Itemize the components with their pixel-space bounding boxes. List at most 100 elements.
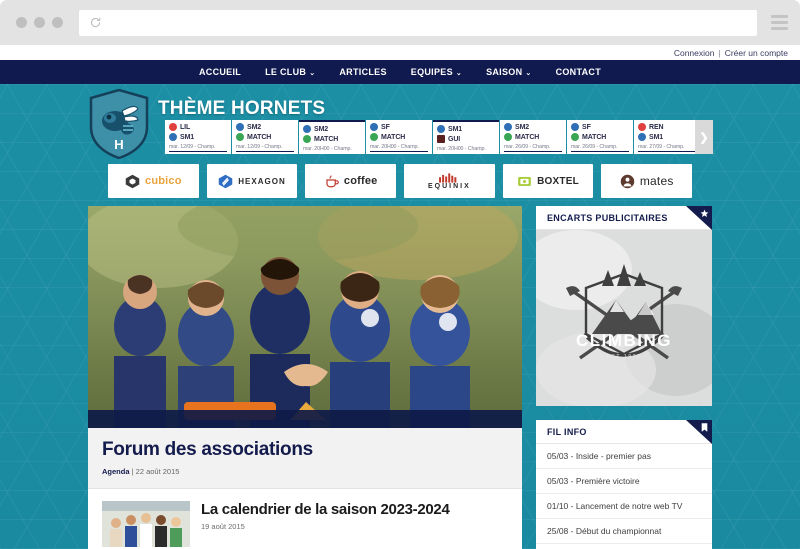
nav-label: CONTACT [555, 67, 601, 77]
club-badge-icon [437, 125, 445, 133]
window-controls[interactable] [16, 17, 63, 28]
reload-icon[interactable] [89, 16, 102, 29]
club-badge-icon [169, 133, 177, 141]
nav-label: LE CLUB [265, 67, 307, 77]
sponsor-coffee[interactable]: coffee [305, 164, 397, 198]
cubico-logo-icon [125, 174, 140, 188]
match-away-team: MATCH [247, 133, 272, 141]
match-card[interactable]: LIL SM1 mar. 12/09 - Champ. [165, 120, 231, 154]
match-home-team: SM2 [247, 123, 262, 131]
lead-article-title: Forum des associations [102, 439, 313, 460]
match-date: mar. 26/09 - Champ. [504, 144, 551, 150]
window-minimize-dot[interactable] [34, 17, 45, 28]
ad-banner[interactable]: CLIMBING • EST 1936 • [536, 230, 712, 406]
ticker-next-button[interactable]: ❯ [695, 120, 713, 154]
match-status-icon [370, 133, 378, 141]
hero-bottom-band [88, 410, 522, 428]
volunteers-handshake-photo [88, 206, 522, 428]
club-badge-icon [504, 123, 512, 131]
club-badge-icon [236, 123, 244, 131]
sponsor-label: mates [639, 174, 674, 188]
club-badge-icon [638, 123, 646, 131]
match-date: mar. 27/09 - Champ. [638, 144, 685, 150]
news-list-item[interactable]: 25/08 - Début du championnat [536, 519, 712, 544]
chevron-down-icon: ⌄ [525, 70, 532, 77]
hexagon-logo-icon [219, 174, 233, 188]
match-home-team: SF [582, 123, 591, 131]
match-underline [370, 151, 428, 152]
match-card[interactable]: REN SM1 mar. 27/09 - Champ. [634, 120, 695, 154]
nav-label: ACCUEIL [198, 67, 242, 77]
news-list-item[interactable]: 01/10 - Lancement de notre web TV [536, 494, 712, 519]
sponsor-label: HEXAGON [238, 176, 286, 186]
sponsor-label: BOXTEL [537, 175, 579, 187]
lead-article[interactable]: Forum des associations Agenda | 22 août … [88, 428, 522, 488]
browser-chrome [0, 0, 800, 45]
nav-item-equipes[interactable]: EQUIPES ⌄ [399, 67, 474, 77]
match-home-team: SM2 [515, 123, 530, 131]
article-text-block: La calendrier de la saison 2023-2024 19 … [201, 501, 450, 547]
climbing-logo-ad: CLIMBING • EST 1936 • [536, 230, 712, 406]
article-thumbnail[interactable] [102, 500, 190, 547]
site-header: H THÈME HORNETS LIL SM1 mar. 12/09 - Cha… [0, 84, 800, 159]
match-home-team: LIL [180, 123, 191, 131]
article-list-item[interactable]: La calendrier de la saison 2023-2024 19 … [88, 487, 522, 549]
sponsor-equinix[interactable]: EQUINIX [404, 164, 495, 198]
match-card[interactable]: SF MATCH mar. 26/09 - Champ. [567, 120, 633, 154]
match-ticker: LIL SM1 mar. 12/09 - Champ. SM2 MATCH ma… [165, 120, 713, 154]
match-away-team: MATCH [381, 133, 406, 141]
sponsor-hexagon[interactable]: HEXAGON [206, 164, 298, 198]
bookmark-icon [701, 423, 708, 432]
match-card[interactable]: SM2 MATCH mar. 12/09 - Champ. [232, 120, 298, 154]
chevron-down-icon: ⌄ [455, 70, 463, 77]
lead-article-category[interactable]: Agenda [102, 467, 130, 476]
nav-label: ARTICLES [339, 67, 387, 77]
news-list-item[interactable]: 05/03 - Première victoire [536, 469, 712, 494]
sponsor-boxtel[interactable]: BOXTEL [502, 164, 594, 198]
match-home-team: SF [381, 123, 390, 131]
news-list-item[interactable]: 05/03 - Inside - premier pas [536, 444, 712, 469]
nav-item-articles[interactable]: ARTICLES [327, 67, 398, 77]
match-home-team: SM1 [448, 125, 463, 133]
match-underline [571, 151, 629, 152]
match-card[interactable]: SM2 MATCH mar. 26/09 - Champ. [500, 120, 566, 154]
hornet-crest-icon[interactable]: H [88, 89, 150, 159]
nav-item-accueil[interactable]: ACCUEIL [187, 67, 253, 77]
lead-article-image[interactable] [88, 206, 522, 428]
club-badge-icon [370, 123, 378, 131]
screenshot-root: Connexion | Créer un compte ACCUEIL LE C… [0, 0, 800, 549]
sponsor-cubico[interactable]: cubico [108, 164, 199, 198]
sponsor-mates[interactable]: mates [601, 164, 693, 198]
window-close-dot[interactable] [16, 17, 27, 28]
hamburger-icon[interactable] [771, 15, 788, 30]
login-link[interactable]: Connexion [674, 48, 715, 58]
club-badge-icon [638, 133, 646, 141]
sponsor-bar: cubico HEXAGON coffee EQUINIX BOXTEL mat… [108, 164, 693, 198]
match-date: mar. 20H00 - Champ. [370, 144, 419, 150]
register-link[interactable]: Créer un compte [725, 48, 788, 58]
webpage: Connexion | Créer un compte ACCUEIL LE C… [0, 45, 800, 549]
match-underline [169, 151, 227, 152]
ad-sub-text: • EST 1936 • [600, 354, 648, 360]
news-list-item[interactable]: 20/08 - Forum des associations [536, 544, 712, 549]
nav-item-le-club[interactable]: LE CLUB ⌄ [253, 67, 327, 77]
match-card[interactable]: SM2 MATCH mar. 20H00 - Champ. [299, 120, 365, 154]
match-date: mar. 26/09 - Champ. [571, 144, 618, 150]
widget-corner [686, 420, 712, 444]
content-area: Forum des associations Agenda | 22 août … [88, 206, 712, 549]
match-status-icon [303, 135, 311, 143]
main-column: Forum des associations Agenda | 22 août … [88, 206, 522, 549]
match-card[interactable]: SF MATCH mar. 20H00 - Champ. [366, 120, 432, 154]
match-home-team: REN [649, 123, 664, 131]
match-away-team: MATCH [314, 135, 339, 143]
nav-item-contact[interactable]: CONTACT [544, 67, 613, 77]
site-title: THÈME HORNETS [158, 98, 326, 119]
address-bar[interactable] [79, 9, 757, 36]
window-maximize-dot[interactable] [52, 17, 63, 28]
nav-item-saison[interactable]: SAISON ⌄ [474, 67, 543, 77]
news-widget-header: FIL INFO [536, 420, 712, 444]
match-card[interactable]: SM1 GUI mar. 20H00 - Champ. [433, 120, 499, 154]
match-status-icon [504, 133, 512, 141]
match-status-icon [236, 133, 244, 141]
mates-logo-icon [620, 174, 635, 188]
